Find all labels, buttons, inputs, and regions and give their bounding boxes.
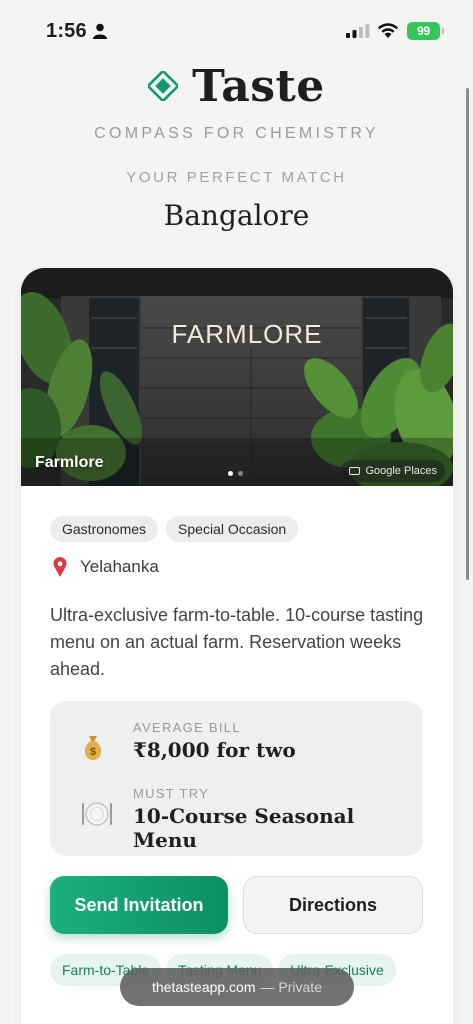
restaurant-card: FARMLORE Farmlore Google Places Gastrono… [21, 268, 453, 1024]
description: Ultra-exclusive farm-to-table. 10-course… [50, 605, 424, 679]
location-label: Yelahanka [80, 557, 159, 576]
map-pin-icon [53, 557, 67, 577]
wifi-icon [378, 23, 398, 38]
photo-source-label: Google Places [365, 465, 437, 477]
camera-icon [349, 467, 361, 475]
restaurant-photo[interactable]: FARMLORE Farmlore Google Places [21, 268, 453, 486]
app-title: Taste [192, 60, 325, 112]
pagination-dot-active[interactable] [228, 471, 233, 476]
send-invitation-button[interactable]: Send Invitation [50, 876, 228, 934]
location: Yelahanka [52, 557, 159, 577]
battery-level: 99 [417, 24, 430, 38]
private-mode-label: — Private [260, 979, 322, 995]
directions-button[interactable]: Directions [243, 876, 423, 934]
scrollbar[interactable] [466, 88, 469, 580]
average-bill-row: $ AVERAGE BILL ₹8,000 for two [50, 720, 423, 780]
info-box: $ AVERAGE BILL ₹8,000 for two MUST TRY 1… [50, 701, 423, 856]
person-icon [93, 23, 107, 39]
signal-icon [346, 24, 370, 38]
plate-icon [82, 802, 112, 826]
average-bill-value: ₹8,000 for two [133, 738, 296, 762]
tagline: COMPASS FOR CHEMISTRY [94, 125, 379, 142]
battery-icon: 99 [407, 22, 444, 40]
money-bag-icon: $ [84, 736, 102, 760]
tag-special-occasion: Special Occasion [166, 516, 299, 542]
svg-text:$: $ [90, 746, 96, 758]
must-try-value: 10-Course Seasonal Menu [133, 804, 355, 852]
sign-text: FARMLORE [171, 319, 322, 349]
average-bill-label: AVERAGE BILL [133, 720, 241, 735]
browser-url-pill[interactable]: thetasteapp.com — Private [120, 968, 354, 1006]
status-time: 1:56 [46, 20, 87, 42]
city-title: Bangalore [163, 199, 310, 232]
photo-caption: Farmlore [35, 454, 104, 471]
must-try-label: MUST TRY [133, 786, 210, 801]
photo-source-badge: Google Places [341, 460, 445, 482]
status-bar: 1:56 99 [0, 0, 473, 60]
photo-pagination[interactable] [228, 471, 243, 476]
tag-gastronomes: Gastronomes [50, 516, 159, 542]
pagination-dot[interactable] [238, 471, 243, 476]
url-text: thetasteapp.com [152, 979, 256, 995]
must-try-row: MUST TRY 10-Course Seasonal Menu [50, 786, 423, 852]
diamond-logo-icon [148, 71, 179, 101]
category-tags: Gastronomes Special Occasion [50, 516, 299, 542]
subtitle: YOUR PERFECT MATCH [126, 169, 347, 186]
app-header: Taste [0, 58, 473, 114]
